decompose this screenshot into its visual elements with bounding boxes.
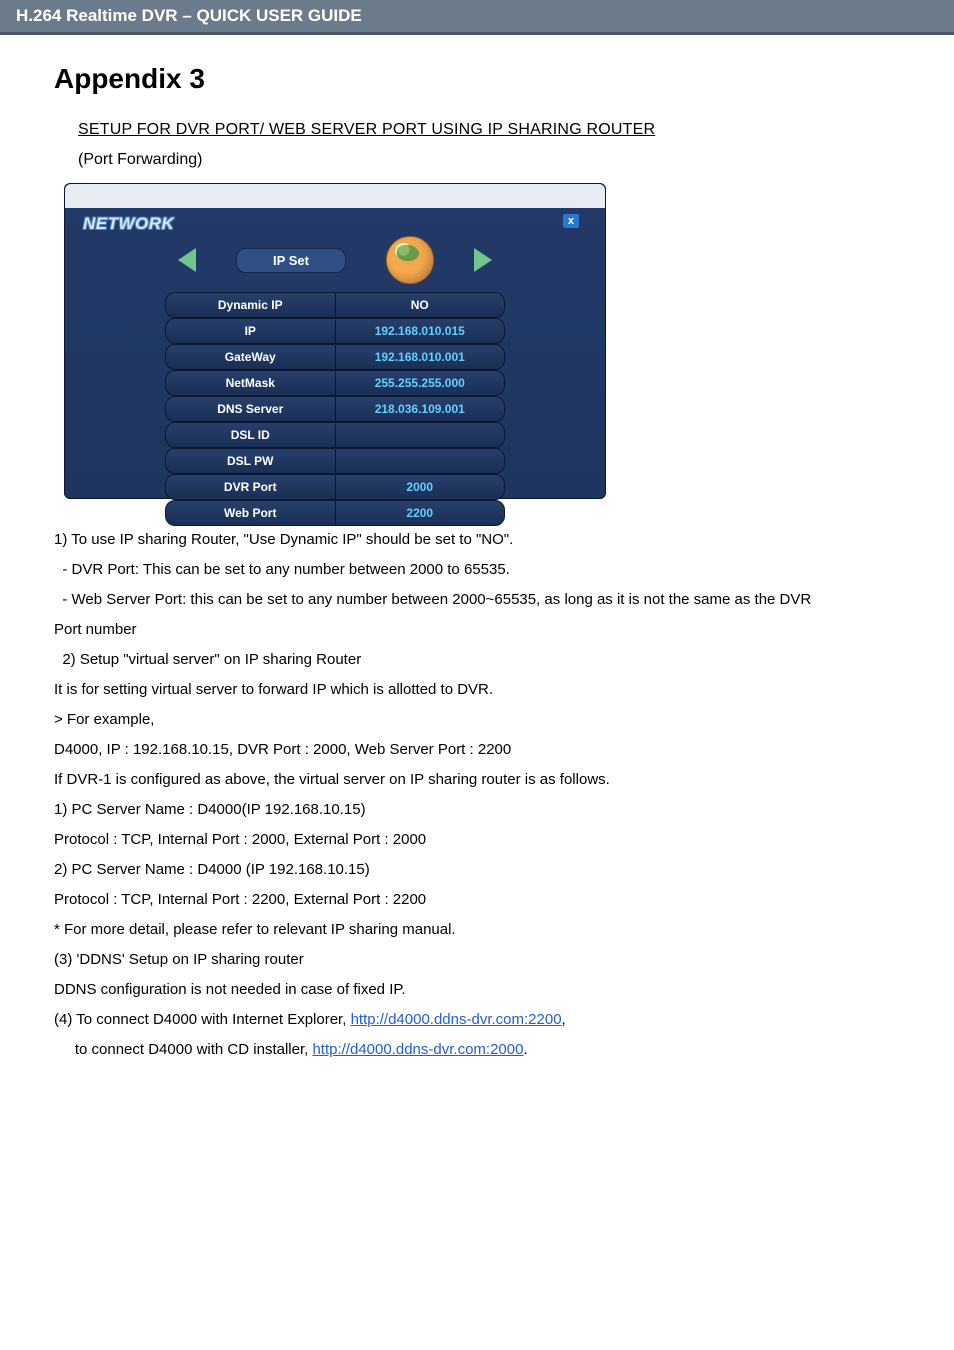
- setting-value[interactable]: NO: [335, 292, 506, 318]
- ddns-link-2000[interactable]: http://d4000.ddns-dvr.com:2000: [312, 1041, 523, 1058]
- network-dialog: NETWORK x IP Set Dynamic IPNO IP192.168.…: [64, 183, 606, 499]
- setting-value[interactable]: 255.255.255.000: [335, 370, 506, 396]
- setting-value[interactable]: 2000: [335, 474, 506, 500]
- network-dialog-header: [65, 184, 605, 208]
- body-line: If DVR-1 is configured as above, the vir…: [54, 765, 900, 795]
- setting-label: IP: [165, 318, 335, 344]
- page-title: Appendix 3: [54, 63, 900, 95]
- body-line: 2) Setup "virtual server" on IP sharing …: [54, 645, 900, 675]
- setting-row: GateWay192.168.010.001: [165, 344, 505, 370]
- body-line: - Web Server Port: this can be set to an…: [54, 585, 900, 615]
- setting-row: DNS Server218.036.109.001: [165, 396, 505, 422]
- page-body: Appendix 3 SETUP FOR DVR PORT/ WEB SERVE…: [0, 35, 954, 1105]
- body-text-fragment: .: [523, 1041, 527, 1058]
- setting-row: DSL ID: [165, 422, 505, 448]
- body-line: D4000, IP : 192.168.10.15, DVR Port : 20…: [54, 735, 900, 765]
- body-line: 2) PC Server Name : D4000 (IP 192.168.10…: [54, 855, 900, 885]
- setting-label: Web Port: [165, 500, 335, 526]
- section-subtitle: SETUP FOR DVR PORT/ WEB SERVER PORT USIN…: [78, 121, 900, 139]
- body-line: It is for setting virtual server to forw…: [54, 675, 900, 705]
- setting-label: GateWay: [165, 344, 335, 370]
- body-text-fragment: to connect D4000 with CD installer,: [54, 1041, 312, 1058]
- body-line: DDNS configuration is not needed in case…: [54, 975, 900, 1005]
- arrow-left-icon[interactable]: [178, 248, 196, 272]
- setting-value[interactable]: 2200: [335, 500, 506, 526]
- setting-label: NetMask: [165, 370, 335, 396]
- ipset-section-label: IP Set: [236, 248, 346, 273]
- section-subtitle-2: (Port Forwarding): [78, 151, 900, 169]
- body-line: Protocol : TCP, Internal Port : 2000, Ex…: [54, 825, 900, 855]
- setting-label: DNS Server: [165, 396, 335, 422]
- ipset-nav-row: IP Set: [65, 236, 605, 284]
- body-line: Protocol : TCP, Internal Port : 2200, Ex…: [54, 885, 900, 915]
- globe-icon: [386, 236, 434, 284]
- body-line: 1) To use IP sharing Router, "Use Dynami…: [54, 525, 900, 555]
- close-button[interactable]: x: [563, 214, 579, 228]
- body-line: * For more detail, please refer to relev…: [54, 915, 900, 945]
- setting-label: DSL ID: [165, 422, 335, 448]
- body-text-fragment: ,: [562, 1011, 566, 1028]
- network-settings-grid: Dynamic IPNO IP192.168.010.015 GateWay19…: [165, 292, 505, 526]
- body-line: (4) To connect D4000 with Internet Explo…: [54, 1005, 900, 1035]
- header-title: H.264 Realtime DVR – QUICK USER GUIDE: [16, 6, 362, 25]
- arrow-right-icon[interactable]: [474, 248, 492, 272]
- body-line: to connect D4000 with CD installer, http…: [54, 1035, 900, 1065]
- setting-row: NetMask255.255.255.000: [165, 370, 505, 396]
- body-line: - DVR Port: This can be set to any numbe…: [54, 555, 900, 585]
- body-line: (3) 'DDNS' Setup on IP sharing router: [54, 945, 900, 975]
- setting-value[interactable]: 218.036.109.001: [335, 396, 506, 422]
- setting-value[interactable]: [335, 448, 506, 474]
- setting-row: Dynamic IPNO: [165, 292, 505, 318]
- setting-row: IP192.168.010.015: [165, 318, 505, 344]
- body-line: 1) PC Server Name : D4000(IP 192.168.10.…: [54, 795, 900, 825]
- setting-value[interactable]: 192.168.010.001: [335, 344, 506, 370]
- setting-value[interactable]: [335, 422, 506, 448]
- body-text-fragment: (4) To connect D4000 with Internet Explo…: [54, 1011, 351, 1028]
- body-line: Port number: [54, 615, 900, 645]
- setting-value[interactable]: 192.168.010.015: [335, 318, 506, 344]
- network-title: NETWORK: [65, 208, 605, 234]
- setting-row: Web Port2200: [165, 500, 505, 526]
- setting-label: Dynamic IP: [165, 292, 335, 318]
- body-line: > For example,: [54, 705, 900, 735]
- setting-label: DSL PW: [165, 448, 335, 474]
- page-header: H.264 Realtime DVR – QUICK USER GUIDE: [0, 0, 954, 35]
- setting-label: DVR Port: [165, 474, 335, 500]
- setting-row: DSL PW: [165, 448, 505, 474]
- ddns-link-2200[interactable]: http://d4000.ddns-dvr.com:2200: [351, 1011, 562, 1028]
- setting-row: DVR Port2000: [165, 474, 505, 500]
- body-text: 1) To use IP sharing Router, "Use Dynami…: [54, 525, 900, 1065]
